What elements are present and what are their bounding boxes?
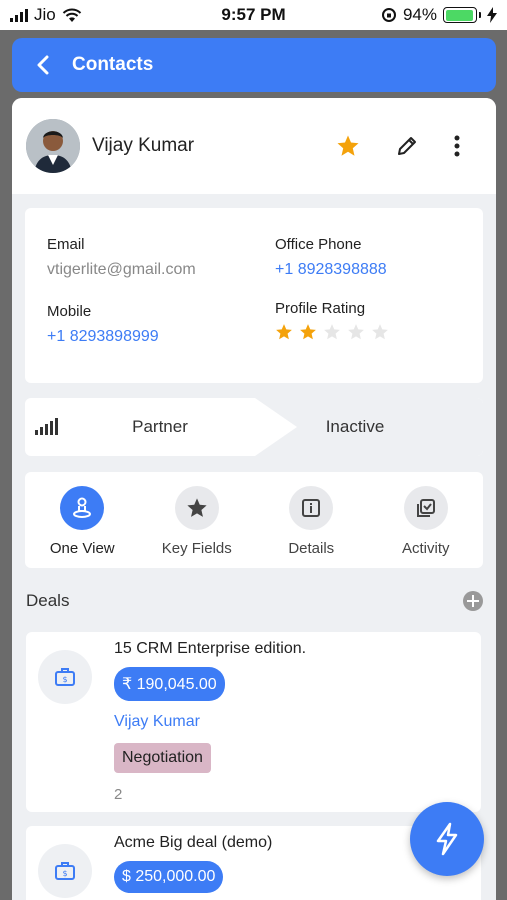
tab-label: Details [288, 540, 335, 557]
office-phone-label: Office Phone [275, 236, 362, 253]
status-bar: Jio 9:57 PM 94% [0, 0, 507, 30]
more-options-icon[interactable] [454, 135, 460, 157]
lightning-icon [436, 822, 458, 856]
mobile-link[interactable]: +1 8293898999 [47, 328, 159, 346]
detail-tabs: One View Key Fields Details Activity [25, 472, 483, 568]
cellular-signal-icon [10, 8, 28, 22]
rating-star-filled-icon[interactable] [299, 323, 317, 341]
profile-rating-label: Profile Rating [275, 300, 366, 317]
battery-icon [443, 7, 481, 23]
favorite-star-icon[interactable] [336, 134, 360, 158]
carrier-name: Jio [34, 5, 56, 24]
add-deal-icon[interactable] [462, 590, 484, 612]
svg-text:$: $ [62, 869, 67, 878]
rating-star-empty-icon[interactable] [347, 323, 365, 341]
deal-amount-badge: $ 250,000.00 [114, 861, 224, 893]
rating-star-filled-icon[interactable] [275, 323, 293, 341]
rating-star-empty-icon[interactable] [323, 323, 341, 341]
deal-briefcase-icon: $ [55, 668, 75, 686]
app-header: Contacts [12, 38, 496, 92]
deal-amount-badge: ₹ 190,045.00 [114, 667, 225, 701]
profile-rating-stars[interactable] [275, 323, 389, 341]
contact-info-card: Email vtigerlite@gmail.com Office Phone … [25, 208, 483, 383]
signal-bars-icon [35, 418, 58, 435]
stage-bar: Partner Inactive [25, 398, 483, 456]
charging-icon [487, 7, 497, 23]
email-label: Email [47, 236, 85, 253]
star-icon [187, 498, 207, 517]
deal-count: 2 [114, 786, 123, 803]
header-title: Contacts [72, 54, 154, 75]
mobile-label: Mobile [47, 303, 92, 320]
deals-section-header: Deals [26, 590, 484, 612]
office-phone-link[interactable]: +1 8928398888 [275, 261, 387, 279]
deals-title: Deals [26, 591, 70, 610]
email-value[interactable]: vtigerlite@gmail.com [47, 261, 196, 279]
rating-star-empty-icon[interactable] [371, 323, 389, 341]
back-chevron-icon[interactable] [36, 55, 50, 75]
tab-label: Key Fields [161, 540, 232, 557]
activity-icon [416, 499, 435, 517]
deal-briefcase-icon: $ [55, 862, 75, 880]
tab-details[interactable]: Details [256, 486, 366, 568]
wifi-icon [62, 8, 81, 22]
contact-detail-sheet: Vijay Kumar Email vtigerlite@gmail.com O… [12, 98, 496, 900]
stage-partner[interactable]: Partner [85, 417, 235, 437]
edit-pencil-icon[interactable] [396, 135, 418, 157]
tab-key-fields[interactable]: Key Fields [142, 486, 252, 568]
tab-label: One View [49, 540, 115, 557]
avatar[interactable] [26, 119, 80, 173]
tab-one-view[interactable]: One View [27, 486, 137, 568]
quick-action-fab[interactable] [410, 802, 484, 876]
tab-label: Activity [401, 540, 450, 557]
deal-card[interactable]: $ 15 CRM Enterprise edition. ₹ 190,045.0… [26, 632, 481, 812]
info-icon [302, 499, 321, 517]
battery-percent: 94% [402, 5, 437, 24]
contact-name: Vijay Kumar [92, 135, 195, 156]
tab-activity[interactable]: Activity [371, 486, 481, 568]
one-view-icon [73, 497, 92, 518]
orientation-lock-icon [381, 8, 396, 22]
deal-name: 15 CRM Enterprise edition. [114, 640, 307, 657]
deal-stage-badge: Negotiation [114, 743, 211, 773]
stage-inactive[interactable]: Inactive [280, 417, 430, 437]
profile-row: Vijay Kumar [12, 98, 496, 194]
svg-text:$: $ [62, 675, 67, 684]
deal-contact-link[interactable]: Vijay Kumar [114, 713, 200, 731]
deal-name: Acme Big deal (demo) [114, 834, 273, 851]
